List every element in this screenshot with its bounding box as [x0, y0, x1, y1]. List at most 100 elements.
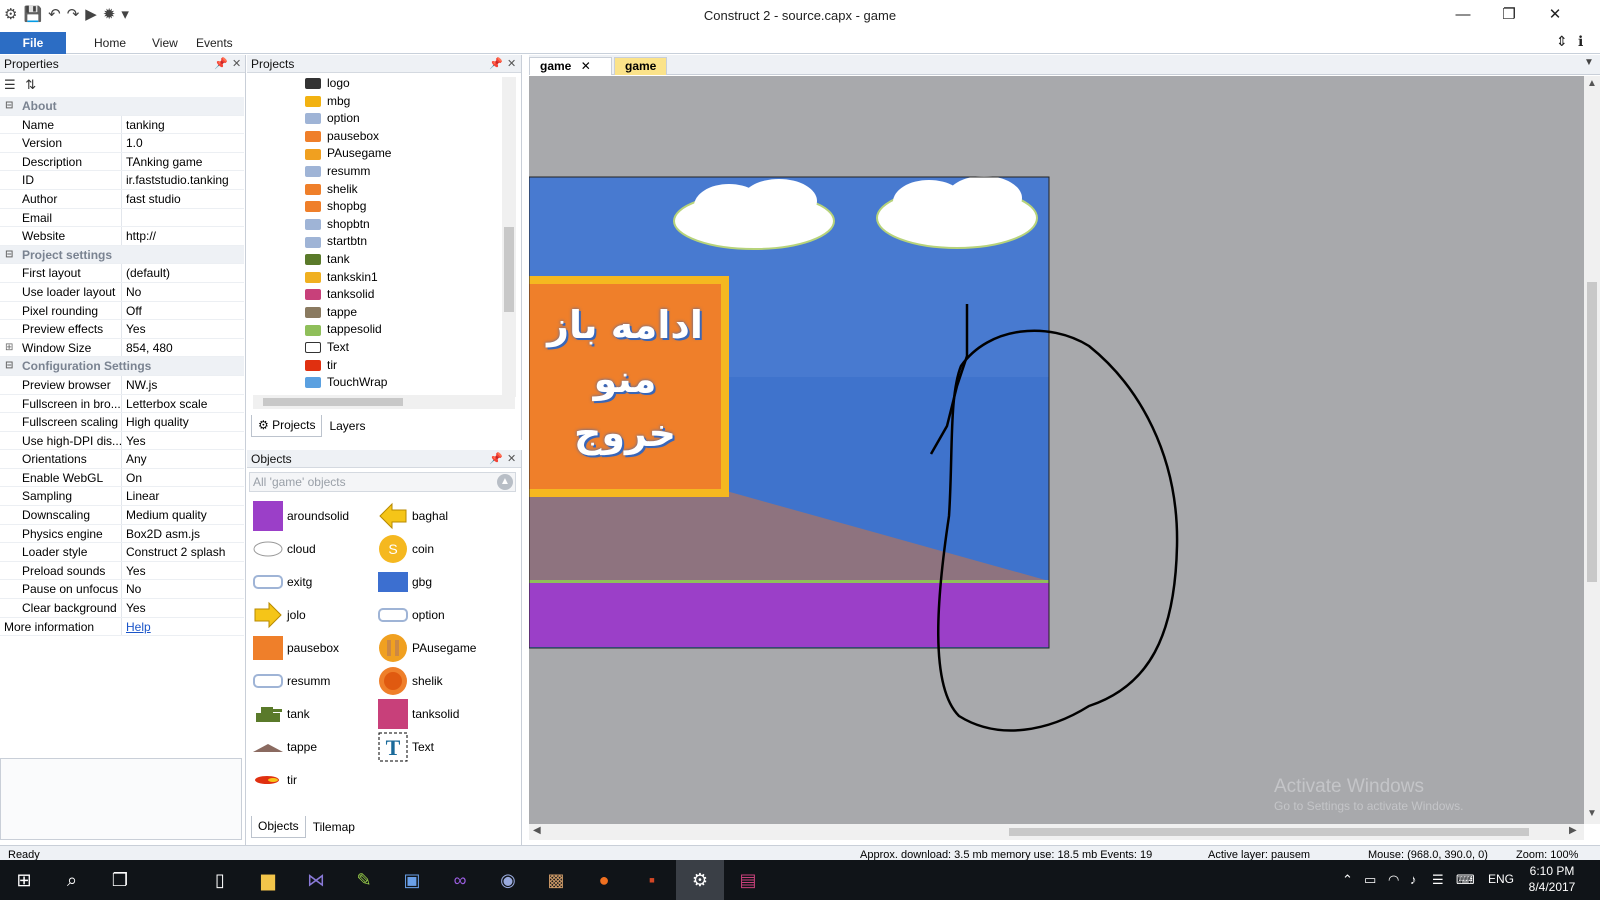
project-tree-item[interactable]: tank [305, 251, 391, 269]
property-row[interactable]: Pause on unfocus No [0, 580, 244, 600]
tab-events[interactable]: Events [182, 32, 247, 54]
battery-icon[interactable]: ▭ [1364, 872, 1376, 888]
property-section[interactable]: ⊟ About [0, 97, 244, 116]
scroll-thumb[interactable] [504, 227, 514, 312]
property-value[interactable]: Off [122, 302, 244, 320]
project-tree-item[interactable]: shelik [305, 181, 391, 199]
task-view-icon[interactable]: ❐ [96, 860, 144, 900]
pin-icon[interactable]: 📌 [214, 55, 228, 73]
collapse-icon[interactable]: ⊟ [5, 97, 13, 115]
property-row[interactable]: First layout (default) [0, 264, 244, 283]
object-item[interactable]: baghal [378, 500, 503, 532]
project-tree-item[interactable]: shopbtn [305, 216, 391, 234]
close-panel-icon[interactable]: ✕ [507, 450, 516, 468]
folder-up-icon[interactable]: ▲ [497, 474, 513, 490]
object-item[interactable]: pausebox [253, 632, 378, 664]
property-row[interactable]: Fullscreen scaling High quality [0, 413, 244, 432]
tray-chevron-icon[interactable]: ⌃ [1342, 872, 1353, 888]
notification-icon[interactable]: ☰ [1432, 872, 1444, 888]
property-row[interactable]: Clear background Yes [0, 599, 244, 618]
property-value[interactable]: Box2D asm.js [122, 525, 244, 543]
property-row[interactable]: Use high-DPI dis... Yes [0, 431, 244, 451]
scroll-thumb[interactable] [1009, 828, 1529, 836]
powerpoint-icon[interactable]: ▪ [628, 860, 676, 900]
expand-icon[interactable]: ⊞ [5, 339, 13, 357]
project-tree-item[interactable]: mbg [305, 93, 391, 111]
property-row[interactable]: Name tanking [0, 115, 244, 135]
pin-icon[interactable]: 📌 [489, 450, 503, 468]
volume-icon[interactable]: ♪ [1410, 872, 1417, 887]
project-tree-item[interactable]: shopbg [305, 198, 391, 216]
object-item[interactable]: tir [253, 764, 378, 796]
object-item[interactable]: option [378, 599, 503, 631]
property-row[interactable]: Author fast studio [0, 189, 244, 209]
object-item[interactable]: shelik [378, 665, 503, 697]
project-tree-item[interactable]: tankskin1 [305, 269, 391, 287]
property-row[interactable]: ID ir.faststudio.tanking [0, 171, 244, 190]
property-value[interactable]: Yes [122, 562, 244, 580]
property-value[interactable] [122, 209, 244, 227]
close-panel-icon[interactable]: ✕ [232, 55, 241, 73]
winrar-icon[interactable]: ▤ [724, 860, 772, 900]
project-tree-item[interactable]: tappesolid [305, 321, 391, 339]
pin-icon[interactable]: 📌 [489, 55, 503, 73]
editor-horizontal-scrollbar[interactable]: ◀ ▶ [529, 824, 1584, 840]
minimize-button[interactable]: — [1440, 4, 1486, 26]
ground-aroundsolid[interactable] [529, 583, 1049, 647]
steam-app-icon[interactable]: ◉ [484, 860, 532, 900]
project-tree-item[interactable]: tir [305, 357, 391, 375]
maximize-button[interactable]: ❐ [1486, 4, 1532, 26]
project-tree-item[interactable]: PAusegame [305, 145, 391, 163]
tab-tilemap[interactable]: Tilemap [306, 816, 362, 838]
collapse-icon[interactable]: ⊟ [5, 246, 13, 264]
close-button[interactable]: ✕ [1532, 4, 1578, 26]
categorized-icon[interactable]: ☰ [4, 77, 16, 92]
layout-canvas[interactable]: ادامه باز منو خروج Activate Windows Go t… [529, 76, 1584, 824]
projects-horizontal-scrollbar[interactable] [253, 395, 515, 409]
project-tree-item[interactable]: resumm [305, 163, 391, 181]
tab-file[interactable]: File [0, 32, 66, 54]
project-tree-item[interactable]: logo [305, 75, 391, 93]
property-value[interactable]: TAnking game [122, 153, 244, 171]
property-value[interactable]: 1.0 [122, 134, 244, 152]
property-value[interactable]: http:// [122, 227, 244, 245]
property-row[interactable]: Fullscreen in bro... Letterbox scale [0, 394, 244, 414]
property-row[interactable]: Downscaling Medium quality [0, 506, 244, 525]
scroll-up-icon[interactable]: ▲ [1587, 78, 1597, 89]
tab-event-sheet-game[interactable]: game [614, 57, 668, 75]
property-value[interactable]: High quality [122, 413, 244, 431]
firefox-icon[interactable]: ● [580, 860, 628, 900]
property-section[interactable]: ⊟ Configuration Settings [0, 357, 244, 376]
object-item[interactable]: resumm [253, 665, 378, 697]
property-value[interactable]: Yes [122, 320, 244, 338]
start-button-icon[interactable]: ⊞ [0, 860, 48, 900]
collapse-icon[interactable]: ⊟ [5, 357, 13, 375]
property-value[interactable]: (default) [122, 264, 244, 282]
construct2-taskbar-icon[interactable]: ⚙ [676, 860, 724, 900]
property-section[interactable]: ⊟ Project settings [0, 245, 244, 265]
scroll-thumb[interactable] [1587, 282, 1597, 582]
property-row[interactable]: Preview effects Yes [0, 320, 244, 339]
property-value[interactable]: Linear [122, 487, 244, 505]
property-row[interactable]: ⊞ Window Size 854, 480 [0, 338, 244, 358]
property-value[interactable]: ir.faststudio.tanking [122, 171, 244, 189]
scroll-right-icon[interactable]: ▶ [1569, 825, 1577, 836]
property-row[interactable]: Loader style Construct 2 splash [0, 543, 244, 562]
tab-objects[interactable]: Objects [251, 816, 306, 838]
object-item[interactable]: jolo [253, 599, 378, 631]
object-item[interactable]: gbg [378, 566, 503, 598]
property-row[interactable]: Pixel rounding Off [0, 301, 244, 321]
project-tree-item[interactable]: pausebox [305, 128, 391, 146]
object-item[interactable]: exitg [253, 566, 378, 598]
visual-studio-code-icon[interactable]: ⋈ [292, 860, 340, 900]
property-row[interactable]: Preview browser NW.js [0, 375, 244, 395]
object-item[interactable]: cloud [253, 533, 378, 565]
property-row[interactable]: Enable WebGL On [0, 468, 244, 488]
property-value[interactable]: Any [122, 450, 244, 468]
property-value[interactable]: 854, 480 [122, 339, 244, 357]
game-app-icon[interactable]: ▩ [532, 860, 580, 900]
object-item[interactable]: T Text [378, 731, 503, 763]
object-item[interactable]: aroundsolid [253, 500, 378, 532]
scroll-thumb[interactable] [263, 398, 403, 406]
project-tree-item[interactable]: TouchWrap [305, 374, 391, 392]
